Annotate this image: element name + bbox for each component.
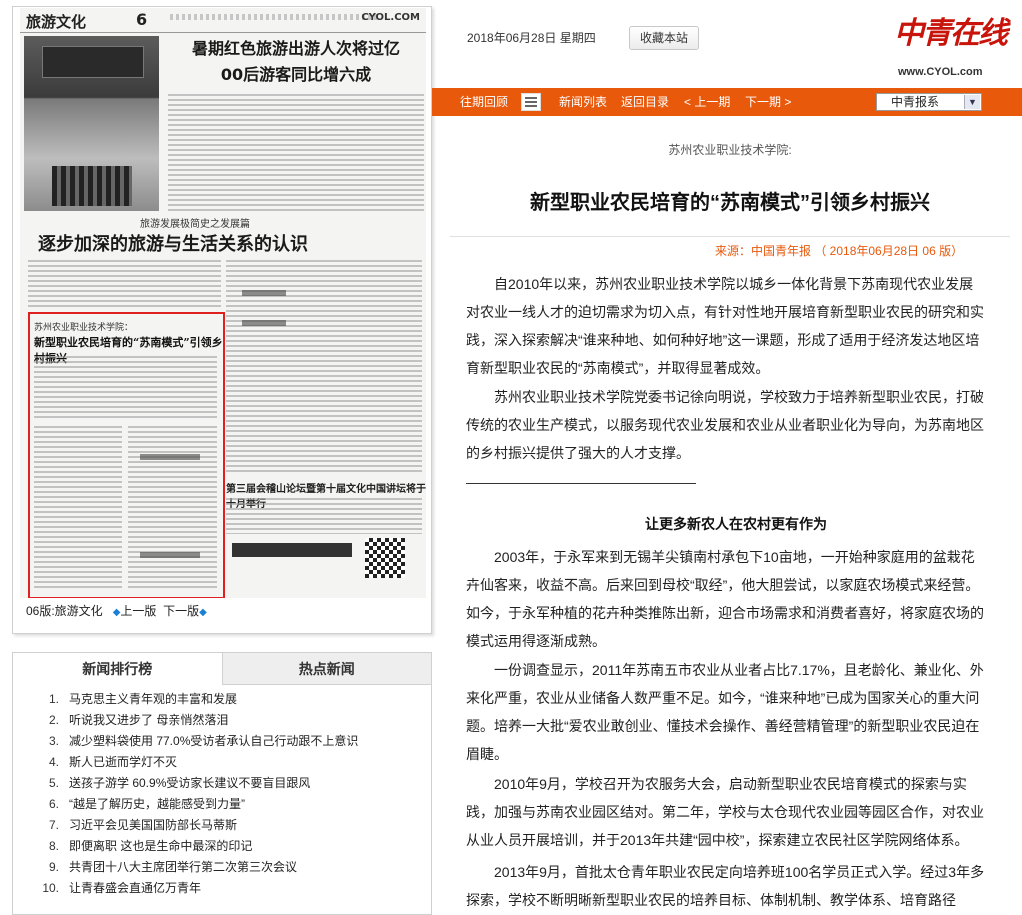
article-title: 新型职业农民培育的“苏南模式”引领乡村振兴 (530, 192, 930, 214)
text-columns (128, 426, 217, 590)
page-ad-banner (232, 543, 352, 557)
text-columns (226, 498, 422, 534)
page-layout-icon[interactable] (521, 93, 541, 111)
selected-story-highlight[interactable]: 苏州农业职业技术学院： 新型职业农民培育的“苏南模式”引领乡村振兴 (28, 312, 225, 598)
tab-hot-news[interactable]: 热点新闻 (221, 653, 431, 685)
article-kicker: 苏州农业职业技术学院: (668, 143, 792, 157)
story-kicker: 苏州农业职业技术学院： (34, 323, 134, 333)
page-section-name: 旅游文化 (26, 13, 87, 31)
rank-link[interactable]: 听说我又进步了 母亲悄然落泪 (69, 713, 228, 727)
page-number: 6 (136, 10, 148, 29)
diamond-arrow-icon: ◆ (199, 607, 207, 618)
news-ranking-panel: 新闻排行榜 热点新闻 1. 马克思主义青年观的丰富和发展 2. 听说我又进步了 母亲… (12, 652, 432, 915)
article-paragraph: 自2010年以来，苏州农业职业技术学院以城乡一体化背景下苏南现代农业发展对农业一… (466, 276, 984, 376)
list-item: 8. 即便离职 这也是生命中最深的印记 (13, 836, 431, 857)
text-columns (34, 356, 217, 420)
qr-code-icon (365, 538, 405, 578)
divider (450, 236, 1010, 237)
ranking-list: 1. 马克思主义青年观的丰富和发展 2. 听说我又进步了 母亲悄然落泪 3. 减少塑料… (13, 685, 431, 899)
text-columns (168, 94, 424, 212)
list-item: 1. 马克思主义青年观的丰富和发展 (13, 689, 431, 710)
article-paragraph: 2010年9月，学校召开为农服务大会，启动新型职业农民培育模式的探索与实践，加强… (466, 776, 984, 848)
nav-prev-issue[interactable]: < 上一期 (684, 88, 730, 116)
rank-number: 5. (48, 776, 59, 790)
masthead-fine-print (170, 14, 380, 20)
list-item: 9. 共青团十八大主席团举行第二次第三次会议 (13, 857, 431, 878)
newspaper-page-image[interactable]: 旅游文化 6 CYOL.COM 暑期红色旅游出游人次将过亿 00后游客同比增六成… (20, 8, 426, 598)
list-item: 3. 减少塑料袋使用 77.0%受访者承认自己行动跟不上意识 (13, 731, 431, 752)
photo-people (52, 166, 132, 206)
photo-sign (42, 46, 144, 78)
list-item: 2. 听说我又进步了 母亲悄然落泪 (13, 710, 431, 731)
rank-link[interactable]: 减少塑料袋使用 77.0%受访者承认自己行动跟不上意识 (69, 734, 358, 748)
rank-number: 3. (48, 734, 59, 748)
text-subhead (242, 320, 286, 326)
rank-number: 7. (48, 818, 59, 832)
article-paragraph: 苏州农业职业技术学院党委书记徐向明说，学校致力于培养新型职业农民，打破传统的农业… (466, 389, 984, 461)
rank-number: 1. (48, 692, 59, 706)
bookmark-button[interactable]: 收藏本站 (629, 26, 699, 50)
chevron-down-icon[interactable]: ▼ (964, 95, 980, 109)
list-item: 4. 斯人已逝而学灯不灭 (13, 752, 431, 773)
next-page-link[interactable]: 下一版 (163, 604, 199, 618)
nav-news-list[interactable]: 新闻列表 (559, 88, 607, 116)
page-series-kicker: 旅游发展极简史之发展篇 (140, 219, 250, 230)
rank-link[interactable]: 习近平会见美国国防部长马蒂斯 (69, 818, 237, 832)
rank-number: 6. (48, 797, 59, 811)
rank-link[interactable]: 送孩子游学 60.9%受访家长建议不要盲目跟风 (69, 776, 310, 790)
rank-link[interactable]: “越是了解历史，越能感受到力量” (69, 797, 245, 811)
page-headline-mid[interactable]: 逐步加深的旅游与生活关系的认识 (38, 230, 308, 256)
text-columns (34, 426, 122, 590)
rank-number: 2. (48, 713, 59, 727)
page-headline-top[interactable]: 暑期红色旅游出游人次将过亿 00后游客同比增六成 (168, 36, 424, 88)
page-site-url: CYOL.COM (361, 12, 420, 23)
site-logo[interactable]: 中青在线 (894, 8, 1008, 52)
nav-past-issues[interactable]: 往期回顾 (460, 88, 508, 116)
rank-number: 10. (42, 881, 59, 895)
tab-news-ranking[interactable]: 新闻排行榜 (13, 653, 222, 685)
text-subhead (242, 290, 286, 296)
text-columns (28, 260, 221, 308)
list-item: 5. 送孩子游学 60.9%受访家长建议不要盲目跟风 (13, 773, 431, 794)
rank-link[interactable]: 即便离职 这也是生命中最深的印记 (69, 839, 252, 853)
rank-link[interactable]: 马克思主义青年观的丰富和发展 (69, 692, 237, 706)
article-paragraph: 2003年，于永军来到无锡羊尖镇南村承包下10亩地，一开始种家庭用的盆栽花卉仙客… (466, 549, 984, 649)
list-item: 10. 让青春盛会直通亿万青年 (13, 878, 431, 899)
page-masthead: 旅游文化 6 CYOL.COM (20, 8, 426, 33)
rank-link[interactable]: 让青春盛会直通亿万青年 (69, 881, 201, 895)
rank-link[interactable]: 共青团十八大主席团举行第二次第三次会议 (69, 860, 297, 874)
rank-number: 8. (48, 839, 59, 853)
article-paragraph: 2013年9月，首批太仓青年职业农民定向培养班100名学员正式入学。经过3年多探… (466, 864, 985, 908)
article-subtitle: 让更多新农人在农村更有作为 (645, 516, 827, 532)
list-item: 7. 习近平会见美国国防部长马蒂斯 (13, 815, 431, 836)
page-photo (24, 36, 159, 211)
nav-next-issue[interactable]: 下一期 > (745, 88, 791, 116)
article-paragraph: 一份调查显示，2011年苏南五市农业从业者占比7.17%，且老龄化、兼业化、外来… (466, 662, 984, 762)
page-navigation: 06版:旅游文化 ◆上一版 下一版◆ (26, 602, 207, 619)
text-subhead (140, 552, 200, 558)
divider (466, 483, 696, 484)
text-subhead (140, 454, 200, 460)
paper-select-value: 中青报系 (891, 95, 940, 109)
rank-number: 9. (48, 860, 59, 874)
list-item: 6. “越是了解历史，越能感受到力量” (13, 794, 431, 815)
prev-page-link[interactable]: 上一版 (120, 604, 156, 618)
site-logo-url: www.CYOL.com (898, 66, 983, 78)
paper-select-dropdown[interactable]: 中青报系 ▼ (876, 93, 982, 111)
nav-back-to-toc[interactable]: 返回目录 (621, 88, 669, 116)
rank-number: 4. (48, 755, 59, 769)
rank-link[interactable]: 斯人已逝而学灯不灭 (69, 755, 177, 769)
current-page-label[interactable]: 06版:旅游文化 (26, 604, 103, 618)
article-source-meta: 来源：中国青年报 （ 2018年06月28日 06 版） (715, 244, 964, 258)
ranking-tabs: 新闻排行榜 热点新闻 (13, 653, 431, 685)
issue-date: 2018年06月28日 星期四 (467, 31, 596, 45)
